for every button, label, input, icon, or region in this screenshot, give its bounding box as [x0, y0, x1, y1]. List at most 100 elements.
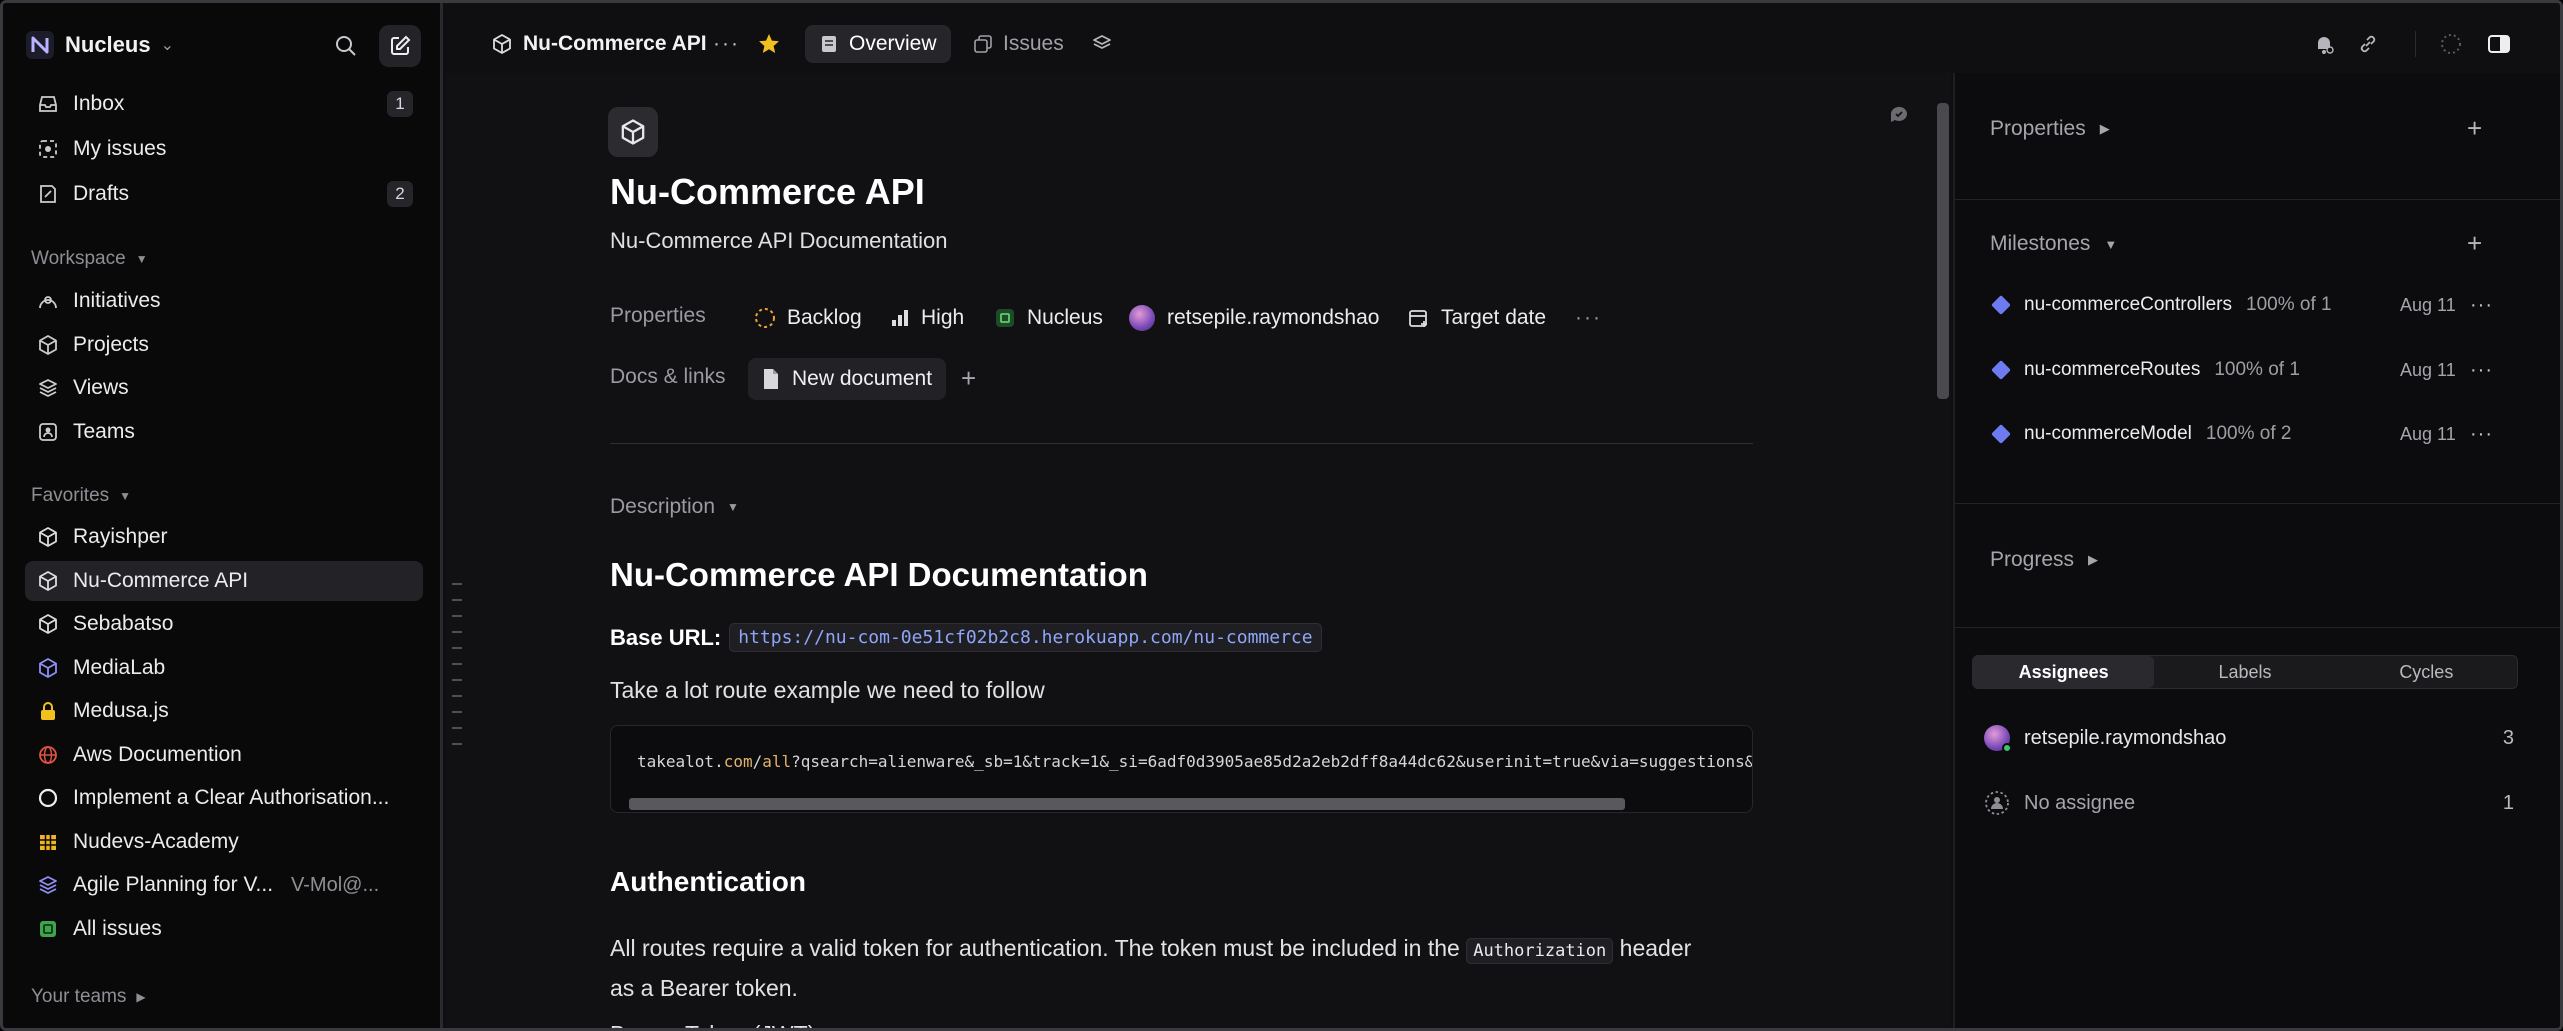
status-property[interactable]: Backlog	[753, 301, 862, 335]
favorite-label: Medusa.js	[73, 699, 169, 722]
your-teams-section-header[interactable]: Your teams ▶	[31, 986, 146, 1008]
team-property[interactable]: Nucleus	[993, 301, 1103, 335]
favorite-label: MediaLab	[73, 656, 166, 679]
sidebar-item-projects[interactable]: Projects	[25, 325, 423, 365]
auth-paragraph-cont[interactable]: as a Bearer token.	[610, 975, 798, 1002]
assignee-row[interactable]: retsepile.raymondshao 3	[1984, 721, 2514, 755]
lead-property[interactable]: retsepile.raymondshao	[1129, 301, 1379, 335]
more-properties-button[interactable]: ···	[1575, 301, 1602, 335]
layers-icon	[1093, 35, 1111, 49]
workspace-section-header[interactable]: Workspace ▼	[31, 248, 148, 270]
base-url-code[interactable]: https://nu-com-0e51cf02b2c8.herokuapp.co…	[729, 623, 1322, 652]
outline-gutter[interactable]	[452, 583, 464, 759]
project-icon-button[interactable]	[608, 107, 658, 157]
sidebar: Nucleus ⌄ Inbox 1 My issues Drafts 2 Wor…	[3, 3, 443, 1028]
globe-icon	[35, 742, 61, 768]
auth-subheading[interactable]: Bearer Token (JWT)	[610, 1021, 815, 1028]
description-toggle[interactable]: Description ▼	[610, 495, 739, 519]
assignee-name: No assignee	[2024, 791, 2136, 814]
sidebar-item-inbox[interactable]: Inbox 1	[25, 84, 423, 124]
more-menu-button[interactable]: ···	[713, 25, 740, 63]
sidebar-item-teams[interactable]: Teams	[25, 412, 423, 452]
add-milestone-button[interactable]: +	[2467, 228, 2482, 259]
favorite-item[interactable]: All issues	[25, 909, 423, 949]
copy-link-button[interactable]	[2357, 25, 2379, 63]
favorite-item[interactable]: Agile Planning for V... V-Mol@...	[25, 865, 423, 905]
more-icon: ···	[713, 32, 740, 55]
views-button[interactable]	[1091, 25, 1113, 63]
assignee-row[interactable]: No assignee 1	[1984, 786, 2514, 820]
more-icon[interactable]: ···	[2470, 423, 2493, 446]
auth-text: All routes require a valid token for aut…	[610, 935, 1460, 961]
workspace-switcher[interactable]: Nucleus ⌄	[25, 25, 174, 65]
team-icon	[996, 309, 1014, 327]
new-document-button[interactable]: New document	[748, 358, 947, 400]
more-icon[interactable]: ···	[2470, 359, 2493, 382]
project-summary[interactable]: Nu-Commerce API Documentation	[610, 228, 947, 254]
panel-heading: Milestones	[1990, 232, 2091, 255]
sidebar-item-label: Projects	[73, 333, 149, 356]
milestone-item[interactable]: nu-commerceModel 100% of 2 Aug 11 ···	[1990, 417, 2510, 451]
sidebar-item-drafts[interactable]: Drafts 2	[25, 174, 423, 214]
scroll-thumb[interactable]	[629, 798, 1625, 810]
doc-heading[interactable]: Nu-Commerce API Documentation	[610, 556, 1148, 594]
favorite-item[interactable]: Nudevs-Academy	[25, 822, 423, 862]
segment-assignees[interactable]: Assignees	[1973, 656, 2155, 688]
tab-issues[interactable]: Issues	[959, 25, 1078, 63]
properties-panel-header[interactable]: Properties ▶	[1990, 117, 2110, 141]
favorite-item[interactable]: MediaLab	[25, 648, 423, 688]
add-property-button[interactable]: +	[2467, 113, 2482, 144]
tab-overview[interactable]: Overview	[805, 25, 951, 63]
project-title[interactable]: Nu-Commerce API	[610, 171, 925, 213]
milestone-item[interactable]: nu-commerceRoutes 100% of 1 Aug 11 ···	[1990, 353, 2510, 387]
favorite-item[interactable]: Sebabatso	[25, 604, 423, 644]
assignees-segmented-control: Assignees Labels Cycles	[1972, 655, 2518, 689]
caret-down-icon: ▼	[727, 500, 739, 514]
segment-labels[interactable]: Labels	[2154, 656, 2335, 688]
code-block[interactable]: takealot.com/all?qsearch=alienware&_sb=1…	[610, 725, 1753, 813]
priority-bars-icon	[892, 310, 908, 326]
section-label: Your teams	[31, 986, 127, 1007]
code-line: takealot.com/all?qsearch=alienware&_sb=1…	[637, 752, 1753, 771]
teams-icon	[35, 419, 61, 445]
milestone-item[interactable]: nu-commerceControllers 100% of 1 Aug 11 …	[1990, 288, 2510, 322]
caret-right-icon: ▶	[2088, 552, 2099, 567]
milestones-panel-header[interactable]: Milestones ▼	[1990, 232, 2117, 256]
vertical-scrollbar[interactable]	[1937, 103, 1949, 399]
favorites-section-header[interactable]: Favorites ▼	[31, 485, 131, 507]
progress-panel-header[interactable]: Progress ▶	[1990, 548, 2098, 572]
comment-button[interactable]	[1887, 103, 1911, 133]
add-link-button[interactable]: +	[961, 363, 976, 394]
drafts-count-badge: 2	[387, 181, 413, 207]
sidebar-item-initiatives[interactable]: Initiatives	[25, 281, 423, 321]
more-icon[interactable]: ···	[2470, 294, 2493, 317]
sidebar-item-views[interactable]: Views	[25, 368, 423, 408]
target-date-property[interactable]: Target date	[1407, 301, 1546, 335]
circle-icon	[35, 785, 61, 811]
horizontal-scrollbar[interactable]	[629, 798, 1752, 810]
section-label: Workspace	[31, 248, 126, 269]
favorite-item[interactable]: Aws Documention	[25, 735, 423, 775]
online-status-dot	[2002, 743, 2012, 753]
base-url-line[interactable]: Base URL: https://nu-com-0e51cf02b2c8.he…	[610, 623, 1322, 652]
status-indicator[interactable]	[2439, 25, 2463, 63]
new-issue-button[interactable]	[379, 25, 421, 67]
toggle-sidebar-button[interactable]	[2487, 25, 2511, 63]
favorite-item[interactable]: Implement a Clear Authorisation...	[25, 778, 423, 818]
auth-paragraph[interactable]: All routes require a valid token for aut…	[610, 935, 1691, 964]
sidebar-item-my-issues[interactable]: My issues	[25, 129, 423, 169]
favorite-item[interactable]: Rayishper	[25, 517, 423, 557]
route-paragraph[interactable]: Take a lot route example we need to foll…	[610, 677, 1045, 704]
notifications-button[interactable]	[2313, 25, 2335, 63]
search-button[interactable]	[329, 29, 363, 63]
favorite-star-button[interactable]	[757, 25, 781, 63]
project-breadcrumb[interactable]: Nu-Commerce API	[491, 25, 707, 63]
favorite-item[interactable]: Medusa.js	[25, 691, 423, 731]
segment-cycles[interactable]: Cycles	[2336, 656, 2517, 688]
auth-heading[interactable]: Authentication	[610, 866, 806, 898]
initiatives-icon	[35, 288, 61, 314]
favorite-item-active[interactable]: Nu-Commerce API	[25, 561, 423, 601]
priority-property[interactable]: High	[889, 301, 964, 335]
star-icon	[759, 34, 779, 53]
toolbar-divider	[2415, 31, 2416, 57]
